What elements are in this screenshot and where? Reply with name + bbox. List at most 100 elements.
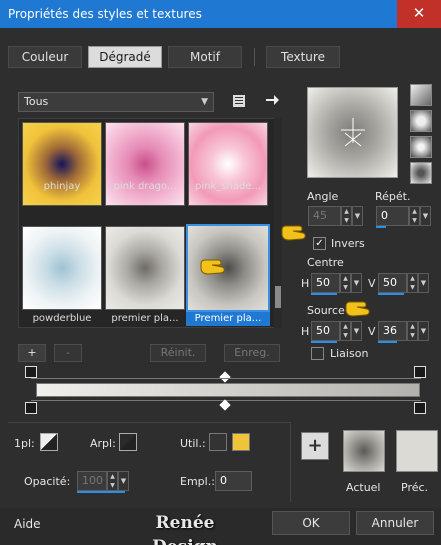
style-rectangular-button[interactable] bbox=[410, 110, 432, 132]
previous-label: Préc. bbox=[401, 481, 429, 494]
gradient-label: pink_shade... bbox=[195, 181, 261, 192]
opacity-label: Opacité: bbox=[24, 475, 71, 488]
center-h-label: H bbox=[301, 277, 310, 290]
tab-motif[interactable]: Motif bbox=[168, 46, 242, 68]
gradient-label-selected: Premier pla... bbox=[186, 312, 270, 326]
top-left-stop[interactable] bbox=[25, 366, 37, 378]
reset-button[interactable]: Réinit. bbox=[150, 344, 206, 362]
angle-spinner[interactable]: ▲ ▼ bbox=[341, 206, 352, 226]
tab-texture[interactable]: Texture bbox=[266, 46, 340, 68]
current-label: Actuel bbox=[346, 481, 381, 494]
opacity-slider-fill bbox=[77, 491, 125, 493]
use-label: Util.: bbox=[180, 437, 206, 450]
repeat-input[interactable]: 0 bbox=[376, 206, 409, 226]
center-v-dropdown[interactable]: ▼ bbox=[418, 273, 429, 293]
source-label: Source bbox=[307, 304, 345, 317]
place-label: Empl.: bbox=[180, 475, 215, 488]
gradient-label: powderblue bbox=[32, 313, 92, 324]
add-gradient-button[interactable]: + bbox=[18, 344, 46, 362]
center-h-dropdown[interactable]: ▼ bbox=[351, 273, 362, 293]
midpoint-marker[interactable] bbox=[219, 371, 231, 383]
brand-watermark: Renée Design bbox=[152, 513, 218, 545]
close-button[interactable]: ✕ bbox=[397, 0, 441, 28]
gradient-preview[interactable] bbox=[307, 87, 398, 178]
background-stroke-swatch[interactable] bbox=[119, 433, 137, 451]
place-input[interactable]: 0 bbox=[215, 471, 252, 491]
center-v-spinner[interactable]: ▲ ▼ bbox=[407, 273, 418, 293]
library-icon[interactable] bbox=[230, 93, 248, 111]
opacity-input[interactable]: 100 bbox=[77, 471, 107, 491]
center-v-slider-fill bbox=[378, 293, 404, 295]
save-button[interactable]: Enreg. bbox=[224, 344, 280, 362]
invert-checkbox[interactable]: ✓ bbox=[313, 237, 326, 250]
opacity-dropdown[interactable]: ▼ bbox=[118, 471, 129, 491]
center-label: Centre bbox=[307, 256, 344, 269]
source-v-dropdown[interactable]: ▼ bbox=[418, 321, 429, 341]
source-h-input[interactable]: 50 bbox=[311, 321, 340, 341]
gradient-editor-bar[interactable] bbox=[36, 383, 420, 397]
style-linear-button[interactable] bbox=[410, 84, 432, 106]
center-v-input[interactable]: 50 bbox=[378, 273, 407, 293]
source-v-input[interactable]: 36 bbox=[378, 321, 407, 341]
pointing-hand-icon bbox=[281, 222, 307, 244]
tab-separator bbox=[254, 48, 255, 66]
repeat-spinner[interactable]: ▲ ▼ bbox=[409, 206, 420, 226]
style-sunburst-button[interactable] bbox=[410, 136, 432, 158]
remove-gradient-button[interactable]: - bbox=[54, 344, 82, 362]
scrollbar-thumb[interactable] bbox=[275, 286, 281, 308]
center-h-spinner[interactable]: ▲ ▼ bbox=[340, 273, 351, 293]
vertical-divider bbox=[290, 422, 291, 502]
category-value: Tous bbox=[24, 95, 49, 108]
gradient-label: phinjay bbox=[43, 181, 81, 192]
pointing-hand-icon bbox=[345, 298, 371, 320]
midpoint-marker[interactable] bbox=[219, 399, 231, 411]
top-right-stop[interactable] bbox=[414, 366, 426, 378]
help-link[interactable]: Aide bbox=[14, 517, 41, 531]
window-title: Propriétés des styles et textures bbox=[0, 0, 441, 28]
center-h-slider-fill bbox=[311, 293, 337, 295]
source-h-label: H bbox=[301, 325, 310, 338]
gradient-label: pink drago... bbox=[113, 181, 177, 192]
center-h-input[interactable]: 50 bbox=[311, 273, 340, 293]
pointing-hand-icon bbox=[200, 256, 226, 278]
link-label: Liaison bbox=[330, 347, 369, 360]
stroke-label: 1pl: bbox=[14, 437, 35, 450]
category-dropdown[interactable]: Tous ▼ bbox=[18, 92, 214, 112]
invert-label: Invers bbox=[331, 237, 365, 250]
cancel-button[interactable]: Annuler bbox=[356, 511, 434, 535]
foreground-stroke-swatch[interactable] bbox=[40, 433, 58, 451]
center-v-label: V bbox=[368, 277, 376, 290]
arrow-right-icon[interactable] bbox=[263, 92, 281, 110]
use-empty-swatch[interactable] bbox=[209, 433, 227, 451]
gradient-thumb-premier-plan-selected[interactable] bbox=[186, 224, 270, 312]
section-divider bbox=[8, 422, 290, 423]
angle-input[interactable]: 45 bbox=[308, 206, 341, 226]
style-radial-button[interactable] bbox=[410, 162, 432, 184]
repeat-dropdown[interactable]: ▼ bbox=[420, 206, 431, 226]
add-swatch-button[interactable]: + bbox=[301, 432, 329, 460]
gradient-thumb-premier-plan-1[interactable] bbox=[105, 226, 185, 310]
bottom-left-stop[interactable] bbox=[25, 402, 37, 414]
bottom-right-stop[interactable] bbox=[414, 402, 426, 414]
source-h-dropdown[interactable]: ▼ bbox=[351, 321, 362, 341]
opacity-spinner[interactable]: ▲ ▼ bbox=[107, 471, 118, 491]
angle-dropdown[interactable]: ▼ bbox=[352, 206, 363, 226]
gradient-thumb-powderblue[interactable] bbox=[22, 226, 102, 310]
previous-swatch[interactable] bbox=[396, 430, 438, 472]
tab-couleur[interactable]: Couleur bbox=[8, 46, 82, 68]
repeat-label: Répét. bbox=[375, 190, 411, 203]
gradient-label: premier pla... bbox=[111, 313, 179, 324]
source-h-spinner[interactable]: ▲ ▼ bbox=[340, 321, 351, 341]
ok-button[interactable]: OK bbox=[272, 511, 350, 535]
background-label: Arpl: bbox=[90, 437, 116, 450]
chevron-down-icon: ▼ bbox=[201, 97, 208, 107]
gradient-editor-top-line bbox=[31, 378, 421, 379]
current-swatch[interactable] bbox=[343, 430, 385, 472]
tab-degrade[interactable]: Dégradé bbox=[88, 46, 162, 68]
use-color-swatch[interactable] bbox=[232, 433, 250, 451]
repeat-slider-fill bbox=[376, 226, 386, 228]
link-checkbox[interactable] bbox=[311, 347, 324, 360]
source-v-spinner[interactable]: ▲ ▼ bbox=[407, 321, 418, 341]
source-v-slider-fill bbox=[378, 341, 397, 343]
source-v-label: V bbox=[368, 325, 376, 338]
